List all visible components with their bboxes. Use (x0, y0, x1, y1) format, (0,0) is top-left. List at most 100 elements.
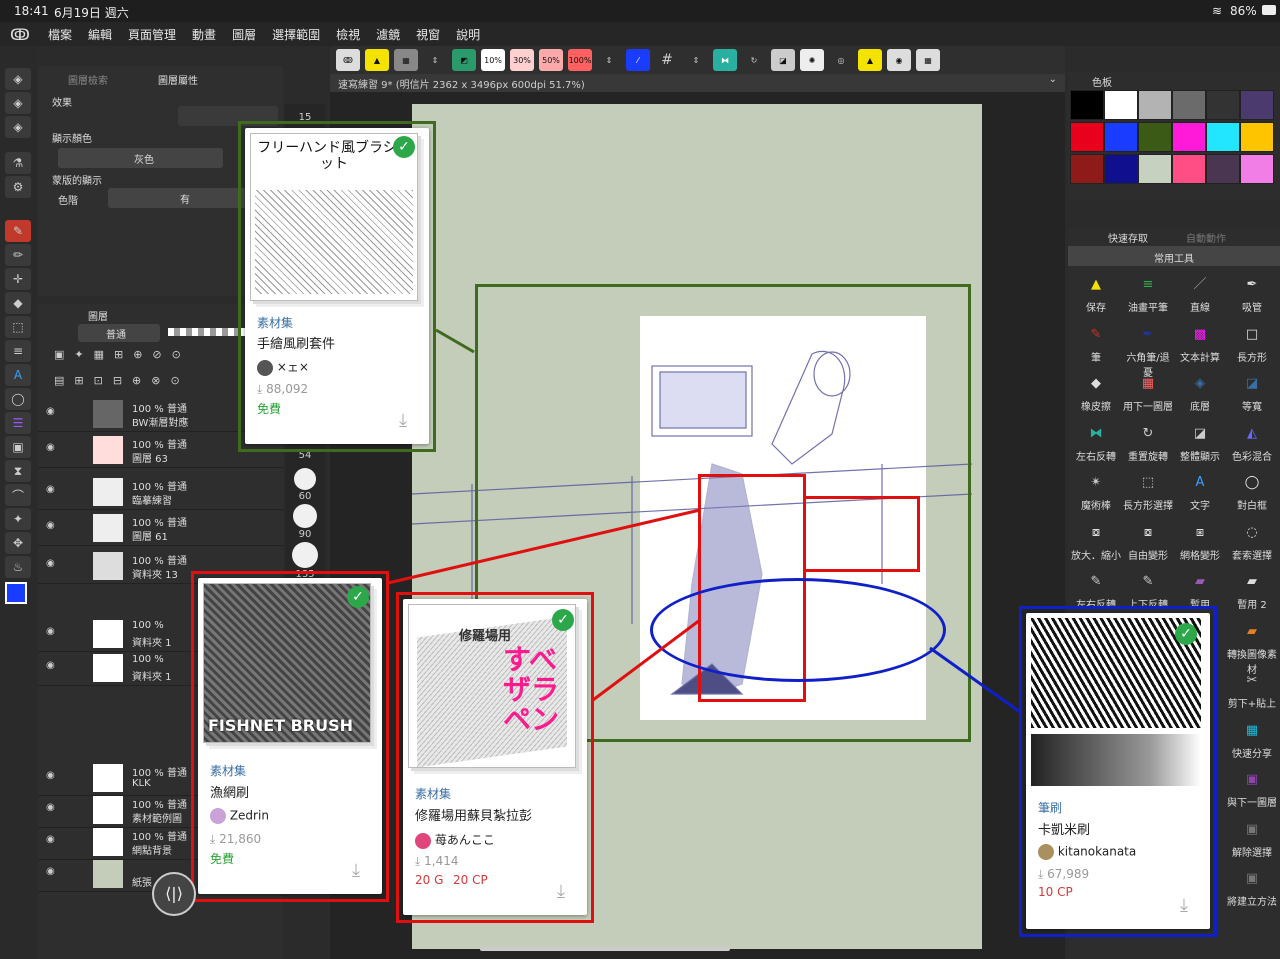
quick-tool[interactable]: ◯ 對白框 (1226, 466, 1278, 514)
download-icon[interactable]: ⤓ (557, 881, 565, 902)
quick-tool[interactable]: ✒ 六角筆/退憂 (1122, 318, 1174, 379)
quick-tool-icon: ▦ (1245, 722, 1259, 738)
quick-tool-label: 油畫平筆 (1128, 303, 1168, 314)
thumbnail-gradient (1031, 734, 1201, 786)
quick-tool[interactable]: ◌ 套索選擇 (1226, 516, 1278, 564)
quick-tool[interactable]: ▲ 保存 (1070, 268, 1122, 316)
card-thumbnail: FISHNET BRUSH (203, 583, 371, 743)
quick-tool[interactable]: ▣ 將建立方法 (1226, 862, 1278, 910)
color-swatch[interactable] (1070, 154, 1104, 184)
quick-tool-label: 自由變形 (1128, 550, 1168, 562)
quick-tool[interactable]: ◪ 等寬 (1226, 367, 1278, 415)
tool-set-select[interactable]: 常用工具 (1068, 246, 1280, 266)
quick-tool-icon: ↻ (1142, 425, 1154, 441)
color-swatch[interactable] (1240, 122, 1274, 152)
author-avatar (415, 832, 431, 849)
quick-tool[interactable]: ▣ 與下一圖層 (1226, 763, 1278, 811)
quick-tool-icon: ✎ (1090, 574, 1102, 589)
quick-tool-label: 重置旋轉 (1128, 451, 1168, 463)
card-category: 素材集 (415, 787, 452, 801)
material-card-freehand[interactable]: フリーハンド風ブラシセット ✓ 素材集 手繪風刷套件 ×ェ× ⤓ 88,092 … (245, 128, 429, 444)
tab-quick-access[interactable]: 快速存取 (1108, 230, 1148, 245)
quick-tool[interactable]: ▣ 解除選擇 (1226, 813, 1278, 861)
color-swatch[interactable] (1104, 154, 1138, 184)
color-swatch[interactable] (1172, 122, 1206, 152)
quick-tool[interactable]: ◆ 橡皮擦 (1070, 367, 1122, 415)
color-swatch[interactable] (1138, 90, 1172, 120)
quick-tool[interactable]: ◪ 整體顯示 (1174, 417, 1226, 465)
quick-tool-label: 長方形選擇 (1123, 501, 1173, 512)
quick-tool[interactable]: A 文字 (1174, 466, 1226, 514)
quick-tool[interactable]: ✒ 吸管 (1226, 268, 1278, 316)
color-swatch[interactable] (1240, 90, 1274, 120)
quick-tool[interactable]: ⧆ 網格變形 (1174, 516, 1226, 564)
material-card-shurabayou[interactable]: 修羅場用 すべザラペン ✓ 素材集 修羅場用蘇貝紮拉彭 苺あんここ ⤓ 1,41… (403, 599, 587, 915)
side-toggle-button[interactable]: ⟨|⟩ (152, 872, 196, 916)
color-swatch[interactable] (1240, 154, 1274, 184)
quick-tool-label: 魔術棒 (1081, 501, 1111, 512)
color-swatch[interactable] (1206, 90, 1240, 120)
quick-tool[interactable]: □ 長方形 (1226, 318, 1278, 366)
tab-auto-action[interactable]: 自動動作 (1186, 230, 1226, 245)
color-swatch[interactable] (1138, 122, 1172, 152)
quick-tool[interactable]: ▰ 轉換圖像素材 (1226, 615, 1278, 676)
card-price-gold: 20 G (415, 873, 444, 887)
color-swatch[interactable] (1104, 90, 1138, 120)
author-avatar (210, 808, 226, 824)
card-name: 修羅場用蘇貝紮拉彭 (415, 809, 533, 824)
card-category: 筆刷 (1038, 801, 1063, 815)
quick-tool[interactable]: ◭ 色彩混合 (1226, 417, 1278, 465)
color-swatch[interactable] (1172, 154, 1206, 184)
quick-tool[interactable]: ↻ 重置旋轉 (1122, 417, 1174, 465)
quick-tool[interactable]: ／ 直線 (1174, 268, 1226, 316)
quick-tool[interactable]: ⧇ 自由變形 (1122, 516, 1174, 564)
quick-tool[interactable]: ≡ 油畫平筆 (1122, 268, 1174, 316)
quick-tool-icon: ⧇ (1091, 524, 1101, 540)
quick-tool-label: 色彩混合 (1232, 451, 1272, 463)
author-avatar (257, 359, 273, 376)
color-swatch[interactable] (1070, 122, 1104, 152)
card-author[interactable]: ×ェ× (257, 358, 309, 376)
quick-tool[interactable]: ▩ 文本計算 (1174, 318, 1226, 366)
quick-tool-icon: ◭ (1247, 425, 1257, 441)
thumbnail-title: フリーハンド風ブラシセット (257, 140, 411, 172)
card-author[interactable]: Zedrin (210, 808, 269, 824)
material-card-kakemi[interactable]: ✓ 筆刷 卡凱米刷 kitanokanata ⤓ 67,989 10 CP ⤓ (1026, 613, 1210, 929)
card-author[interactable]: 苺あんここ (415, 831, 495, 849)
quick-tool[interactable]: ⬚ 長方形選擇 (1122, 466, 1174, 514)
quick-tool-icon: ⧆ (1195, 524, 1205, 540)
card-thumbnail: フリーハンド風ブラシセット (250, 133, 418, 301)
color-swatch[interactable] (1172, 90, 1206, 120)
quick-tool-icon: ▰ (1247, 623, 1257, 639)
card-category: 素材集 (257, 316, 294, 330)
quick-tool[interactable]: ✎ 筆 (1070, 318, 1122, 366)
card-price: 免費 (210, 852, 235, 866)
thumbnail-subtitle: 修羅場用 (459, 629, 512, 644)
quick-tool[interactable]: ▰ 暫用 2 (1226, 565, 1278, 613)
card-author[interactable]: kitanokanata (1038, 844, 1136, 860)
quick-tool-icon: ／ (1193, 277, 1207, 292)
color-swatch[interactable] (1104, 122, 1138, 152)
quick-tool[interactable]: ▦ 快速分享 (1226, 714, 1278, 762)
quick-tool[interactable]: ▦ 用下一圖層 (1122, 367, 1174, 415)
color-swatch[interactable] (1138, 154, 1172, 184)
quick-tool-icon: ✂ (1246, 673, 1258, 688)
quick-tool[interactable]: ✴ 魔術棒 (1070, 466, 1122, 514)
download-icon[interactable]: ⤓ (352, 860, 360, 881)
quick-tool[interactable]: ⧇ 放大．縮小 (1070, 516, 1122, 564)
download-icon[interactable]: ⤓ (1180, 895, 1188, 916)
card-thumbnail: 修羅場用 すべザラペン (408, 604, 576, 768)
color-swatch[interactable] (1070, 90, 1104, 120)
quick-tool[interactable]: ◈ 底層 (1174, 367, 1226, 415)
material-card-fishnet[interactable]: FISHNET BRUSH ✓ 素材集 漁網刷 Zedrin ⤓ 21,860 … (198, 578, 382, 894)
quick-tool[interactable]: ⧓ 左右反轉 (1070, 417, 1122, 465)
quick-tool-label: 用下一圖層 (1123, 402, 1173, 413)
color-swatch[interactable] (1206, 122, 1240, 152)
quick-tool-icon: ✒ (1142, 326, 1154, 342)
quick-tool[interactable]: ✂ 剪下+貼上 (1226, 664, 1278, 712)
color-swatch[interactable] (1206, 154, 1240, 184)
quick-tool-label: 等寬 (1242, 402, 1262, 413)
card-name: 漁網刷 (210, 786, 250, 801)
download-icon[interactable]: ⤓ (399, 410, 407, 431)
card-downloads: ⤓ 88,092 (257, 382, 309, 396)
